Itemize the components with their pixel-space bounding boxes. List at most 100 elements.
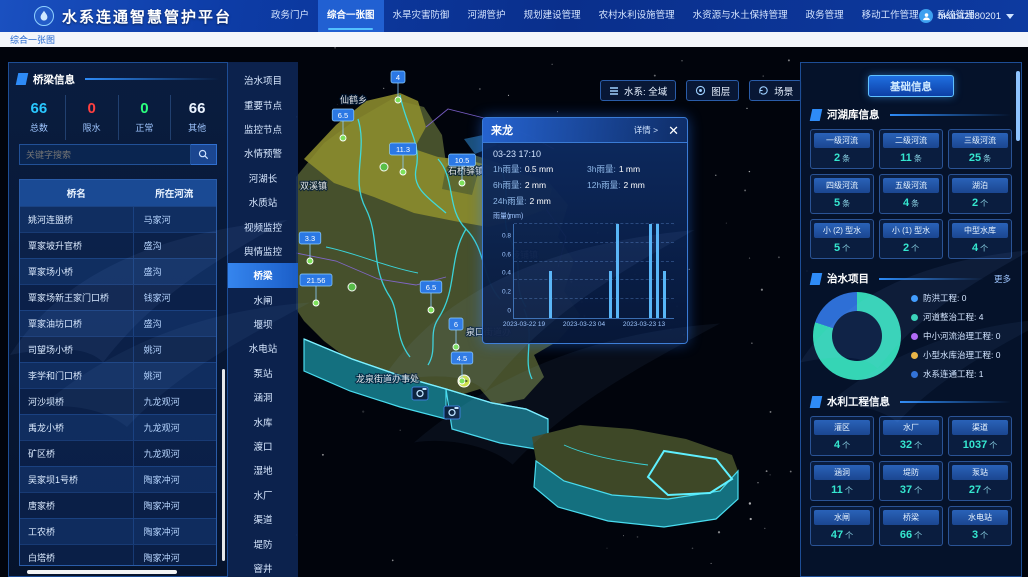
engineering-cell-涵洞[interactable]: 涵洞11个 [810,461,874,501]
table-row[interactable]: 李学和门口桥姚河 [20,362,216,388]
search-button[interactable] [191,144,217,165]
nav-item-农村水利设施管理[interactable]: 农村水利设施管理 [590,0,684,32]
layer-item-水质站[interactable]: 水质站 [228,190,298,214]
table-horizontal-scrollbar[interactable] [27,570,177,574]
layer-item-水库[interactable]: 水库 [228,409,298,433]
more-link[interactable]: 更多 [994,273,1011,285]
legend-item[interactable]: 小型水库治理工程: 0 [911,349,1000,361]
layer-item-水电站[interactable]: 水电站 [228,336,298,360]
rainfall-metrics: 1h雨量:0.5 mm3h雨量:1 mm6h雨量:2 mm12h雨量:2 mm2… [483,163,687,207]
breadcrumb[interactable]: 综合一张图 [10,33,55,46]
legend-item[interactable]: 防洪工程: 0 [911,292,1000,304]
y-tick-label: 0.4 [502,270,511,277]
popup-detail-link[interactable]: 详情 > [634,124,658,136]
river-name-cell: 姚河 [133,362,216,388]
cell-label: 水电站 [952,510,1008,525]
layer-item-涵洞[interactable]: 涵洞 [228,385,298,409]
table-row[interactable]: 吴家坝1号桥陶家冲河 [20,466,216,492]
river-cell-三级河流[interactable]: 三级河流25条 [948,129,1012,169]
star [757,482,758,483]
star [766,470,768,472]
layer-item-视频监控[interactable]: 视频监控 [228,214,298,238]
river-cell-四级河流[interactable]: 四级河流5条 [810,174,874,214]
basic-info-tab[interactable]: 基础信息 [868,75,954,97]
engineering-cell-堤防[interactable]: 堤防37个 [879,461,943,501]
nav-item-政务管理[interactable]: 政务管理 [797,0,853,32]
panel-corner-accent-icon [16,73,29,85]
table-row[interactable]: 工农桥陶家冲河 [20,518,216,544]
star [552,64,553,65]
close-icon[interactable]: ✕ [668,124,679,137]
layer-item-堤防[interactable]: 堤防 [228,531,298,555]
cell-label: 一级河流 [814,133,870,148]
stat-label: 总数 [13,121,65,134]
user-menu[interactable]: hkub42080201 [919,0,1014,32]
nav-item-规划建设管理[interactable]: 规划建设管理 [515,0,590,32]
layer-item-舆情监控[interactable]: 舆情监控 [228,239,298,263]
layer-item-治水项目[interactable]: 治水项目 [228,68,298,92]
table-row[interactable]: 覃家场小桥盛沟 [20,258,216,284]
layer-item-窨井[interactable]: 窨井 [228,556,298,577]
river-cell-湖泊[interactable]: 湖泊2个 [948,174,1012,214]
layer-item-监控节点[interactable]: 监控节点 [228,117,298,141]
table-row[interactable]: 覃家场新王家门口桥钱家河 [20,284,216,310]
layer-item-渡口[interactable]: 渡口 [228,434,298,458]
nav-item-水旱灾害防御[interactable]: 水旱灾害防御 [384,0,459,32]
layer-item-水闸[interactable]: 水闸 [228,288,298,312]
engineering-cell-渠道[interactable]: 渠道1037个 [948,416,1012,456]
engineering-cell-水厂[interactable]: 水厂32个 [879,416,943,456]
table-row[interactable]: 矿区桥九龙观河 [20,440,216,466]
layers-button[interactable]: 图层 [686,80,739,101]
engineering-cell-水闸[interactable]: 水闸47个 [810,506,874,546]
search-input[interactable] [19,144,191,165]
engineering-cell-桥梁[interactable]: 桥梁66个 [879,506,943,546]
camera-marker[interactable] [444,406,460,419]
layer-item-堰坝[interactable]: 堰坝 [228,312,298,336]
table-row[interactable]: 唐家桥陶家冲河 [20,492,216,518]
engineering-cell-泵站[interactable]: 泵站27个 [948,461,1012,501]
nav-item-综合一张图[interactable]: 综合一张图 [318,0,384,32]
table-row[interactable]: 姚河连盟桥马家河 [20,206,216,232]
stat-value: 0 [119,100,171,117]
legend-item[interactable]: 河道整治工程: 4 [911,311,1000,323]
engineering-cell-灌区[interactable]: 灌区4个 [810,416,874,456]
legend-item[interactable]: 水系连通工程: 1 [911,368,1000,380]
river-name-cell: 陶家冲河 [133,518,216,544]
layer-item-河湖长[interactable]: 河湖长 [228,166,298,190]
layer-item-泵站[interactable]: 泵站 [228,361,298,385]
river-cell-一级河流[interactable]: 一级河流2条 [810,129,874,169]
table-row[interactable]: 覃家坡升官桥盛沟 [20,232,216,258]
table-row[interactable]: 白塔桥陶家冲河 [20,544,216,566]
nav-item-河湖管护[interactable]: 河湖管护 [459,0,515,32]
bridge-table[interactable]: 桥名 所在河流 姚河连盟桥马家河覃家坡升官桥盛沟覃家场小桥盛沟覃家场新王家门口桥… [19,179,217,566]
layer-item-重要节点[interactable]: 重要节点 [228,92,298,116]
cell-unit: 条 [911,199,919,208]
nav-item-水资源与水土保持管理[interactable]: 水资源与水土保持管理 [684,0,797,32]
river-cell-二级河流[interactable]: 二级河流11条 [879,129,943,169]
nav-item-移动工作管理[interactable]: 移动工作管理 [853,0,928,32]
camera-marker[interactable] [412,387,428,400]
layer-item-水情预警[interactable]: 水情预警 [228,141,298,165]
table-row[interactable]: 司望场小桥姚河 [20,336,216,362]
layer-item-湿地[interactable]: 湿地 [228,458,298,482]
rain-metric: 24h雨量:2 mm [493,195,583,207]
table-vertical-scrollbar[interactable] [222,369,225,561]
river-cell-五级河流[interactable]: 五级河流4条 [879,174,943,214]
layer-item-桥梁[interactable]: 桥梁 [228,263,298,287]
cell-value: 27个 [952,480,1008,497]
river-cell-小 (1) 型水[interactable]: 小 (1) 型水2个 [879,219,943,259]
legend-dot [911,352,918,359]
river-cell-中型水库[interactable]: 中型水库4个 [948,219,1012,259]
table-row[interactable]: 禹龙小桥九龙观河 [20,414,216,440]
nav-item-政务门户[interactable]: 政务门户 [262,0,318,32]
right-panel-scrollbar[interactable] [1016,71,1020,141]
table-row[interactable]: 覃家油坊口桥盛沟 [20,310,216,336]
layer-item-渠道[interactable]: 渠道 [228,507,298,531]
river-cell-小 (2) 型水[interactable]: 小 (2) 型水5个 [810,219,874,259]
table-row[interactable]: 河沙坝桥九龙观河 [20,388,216,414]
scene-button[interactable]: 场景 [749,80,802,101]
legend-item[interactable]: 中小河流治理工程: 0 [911,330,1000,342]
water-system-scope-button[interactable]: 水系: 全域 [600,80,676,101]
layer-item-水厂[interactable]: 水厂 [228,483,298,507]
engineering-cell-水电站[interactable]: 水电站3个 [948,506,1012,546]
